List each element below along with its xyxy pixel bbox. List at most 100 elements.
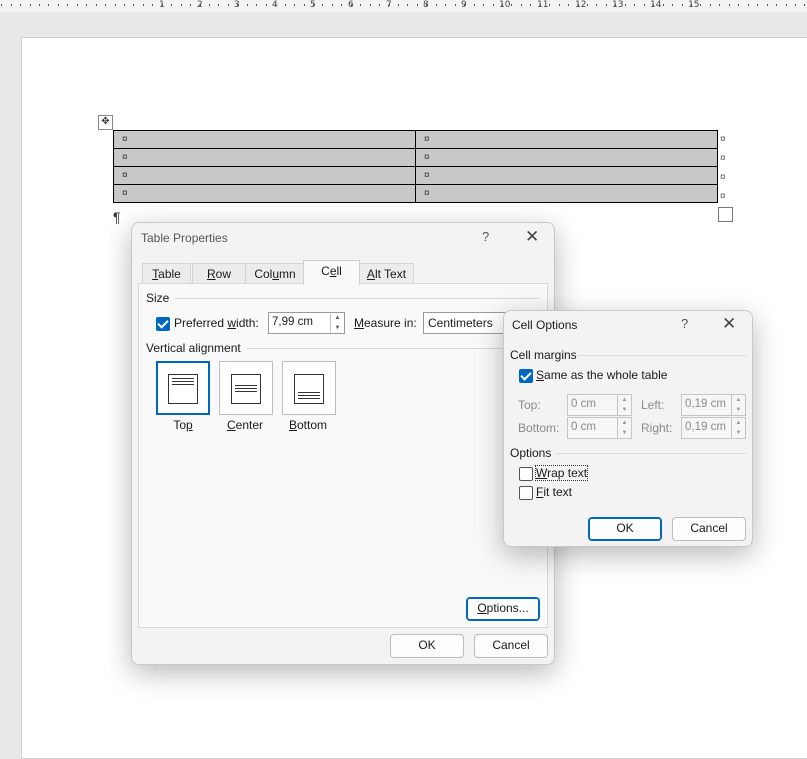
move-arrows-icon[interactable]: ✥: [98, 115, 113, 130]
ruler-number: 13: [612, 0, 624, 10]
preferred-width-stepper[interactable]: 7,99 cm ▲ ▼: [268, 312, 345, 334]
table-cell[interactable]: ¤: [113, 148, 416, 167]
ok-button[interactable]: OK: [390, 634, 464, 658]
ruler-tick: [436, 4, 437, 6]
group-divider: [578, 355, 746, 356]
ruler-tick: [171, 4, 172, 6]
ruler-number: 3: [234, 0, 240, 10]
ruler-tick: [511, 4, 512, 6]
ruler-tick: [568, 4, 569, 6]
table-properties-dialog: Table Properties ? ✕ Table Row Column Ce…: [131, 222, 555, 665]
ruler-tick: [729, 4, 730, 6]
ruler-tick: [304, 4, 305, 6]
ruler-tick: [133, 4, 134, 6]
ruler-number: 2: [197, 0, 203, 10]
ruler-tick: [786, 4, 787, 6]
ruler-tick: [190, 4, 191, 6]
ruler-number: 6: [348, 0, 354, 10]
ruler-number: 1: [159, 0, 165, 10]
same-as-table-checkbox[interactable]: [519, 369, 533, 383]
table-row: ¤ ¤: [113, 166, 718, 185]
ruler-tick: [682, 4, 683, 6]
group-divider: [556, 453, 746, 454]
options-group-label: Options: [510, 446, 552, 460]
cancel-button[interactable]: Cancel: [672, 517, 746, 541]
document-table[interactable]: ¤ ¤ ¤ ¤ ¤ ¤ ¤ ¤: [113, 130, 718, 203]
ok-button[interactable]: OK: [588, 517, 662, 541]
ruler-number: 9: [461, 0, 467, 10]
tab-alt-text[interactable]: Alt Text: [359, 263, 414, 284]
fit-text-checkbox[interactable]: [519, 486, 533, 500]
ruler-tick: [474, 4, 475, 6]
align-center-icon: [231, 374, 261, 404]
ruler-tick: [39, 4, 40, 6]
dialog-title: Table Properties: [141, 231, 228, 245]
help-button[interactable]: ?: [681, 316, 688, 331]
ruler-tick: [776, 4, 777, 6]
cell-options-dialog: Cell Options ? ✕ Cell margins Same as th…: [503, 310, 753, 547]
ruler-tick: [757, 4, 758, 6]
ruler-tick: [77, 4, 78, 6]
ruler-tick: [710, 4, 711, 6]
top-margin-stepper[interactable]: 0 cm ▲ ▼: [567, 394, 632, 416]
ruler-tick: [96, 4, 97, 6]
ruler-tick: [596, 4, 597, 6]
table-cell[interactable]: ¤: [415, 184, 718, 203]
table-cell[interactable]: ¤: [113, 184, 416, 203]
cell-tab-panel: Size Preferred width: 7,99 cm ▲ ▼ Measure…: [138, 283, 548, 628]
table-cell[interactable]: ¤: [415, 148, 718, 167]
table-cell[interactable]: ¤: [113, 166, 416, 185]
ruler-tick: [719, 4, 720, 6]
tab-cell[interactable]: Cell: [303, 260, 360, 285]
table-cell[interactable]: ¤: [113, 130, 416, 149]
spin-arrows[interactable]: ▲ ▼: [330, 313, 344, 333]
top-margin-label: Top:: [518, 398, 541, 412]
ruler-tick: [58, 4, 59, 6]
close-button[interactable]: ✕: [525, 227, 539, 247]
ruler-tick: [341, 4, 342, 6]
ruler-tick: [398, 4, 399, 6]
row-end-mark: ¤: [720, 153, 726, 164]
ruler-number: 11: [537, 0, 549, 10]
wrap-text-checkbox[interactable]: [519, 467, 533, 481]
bottom-margin-stepper[interactable]: 0 cm ▲ ▼: [567, 417, 632, 439]
horizontal-ruler[interactable]: 1 2 3 4 5 6 7 8 9 10 11 12 13 14 15: [0, 0, 807, 12]
ruler-tick: [124, 4, 125, 6]
ruler-tick: [115, 4, 116, 6]
ruler-number: 7: [386, 0, 392, 10]
ruler-tick: [549, 4, 550, 6]
left-margin-stepper[interactable]: 0,19 cm ▲ ▼: [681, 394, 746, 416]
align-top-label: Top: [173, 418, 193, 432]
vertical-alignment-group-label: Vertical alignment: [146, 341, 241, 355]
tab-column[interactable]: Column: [245, 263, 305, 284]
ruler-tick: [48, 4, 49, 6]
preferred-width-checkbox[interactable]: [156, 317, 170, 331]
ruler-tick: [644, 4, 645, 6]
ruler-number: 14: [650, 0, 662, 10]
table-cell[interactable]: ¤: [415, 166, 718, 185]
cancel-button[interactable]: Cancel: [474, 634, 548, 658]
ruler-tick: [152, 4, 153, 6]
row-end-mark: ¤: [720, 172, 726, 183]
close-button[interactable]: ✕: [722, 314, 736, 334]
align-bottom-button[interactable]: [282, 361, 336, 415]
ruler-tick: [1, 4, 2, 6]
align-top-icon: [168, 374, 198, 404]
group-divider: [175, 298, 539, 299]
align-center-button[interactable]: [219, 361, 273, 415]
ruler-tick: [11, 4, 12, 6]
table-cell[interactable]: ¤: [415, 130, 718, 149]
ruler-tick: [285, 4, 286, 6]
ruler-tick: [795, 4, 796, 6]
table-row: ¤ ¤: [113, 130, 718, 149]
ruler-tick: [483, 4, 484, 6]
ruler-tick: [455, 4, 456, 6]
align-top-button[interactable]: [156, 361, 210, 415]
tab-table[interactable]: Table: [142, 263, 191, 284]
table-resize-handle[interactable]: [718, 207, 733, 222]
help-button[interactable]: ?: [482, 229, 489, 244]
right-margin-stepper[interactable]: 0,19 cm ▲ ▼: [681, 417, 746, 439]
options-button[interactable]: Options...: [466, 597, 540, 621]
ruler-number: 10: [499, 0, 511, 10]
tab-row[interactable]: Row: [192, 263, 246, 284]
